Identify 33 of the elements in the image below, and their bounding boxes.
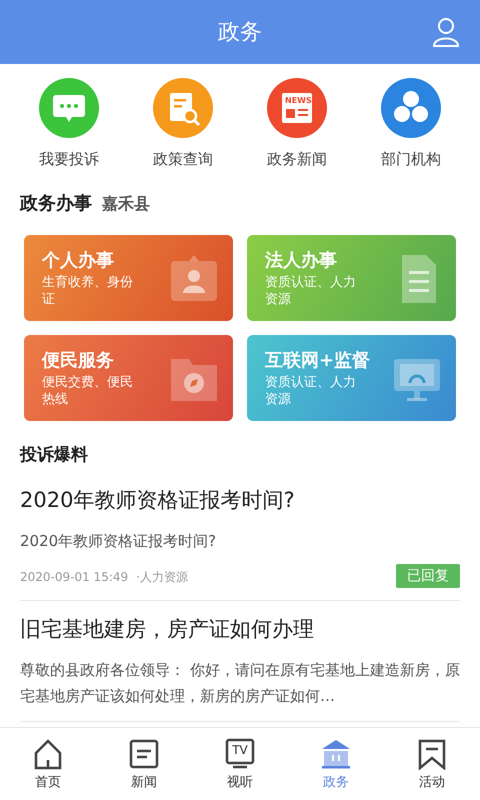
status-badge: 已回复 (396, 564, 460, 588)
user-icon[interactable] (432, 16, 460, 47)
tv-icon (224, 738, 256, 770)
chat-icon (39, 78, 99, 138)
complaint-summary: 2020年教师资格证报考时间? (20, 531, 218, 552)
region-label[interactable]: 嘉禾县 (102, 194, 150, 215)
nav-tab[interactable]: 新闻 (109, 738, 179, 790)
timestamp: 2020-09-01 15:49 (20, 570, 128, 584)
nav-tab[interactable]: 政务 (301, 738, 371, 790)
nav-tab[interactable]: 首页 (13, 738, 83, 790)
icon-label: NEWS (285, 96, 312, 106)
page-title: 政务 (218, 19, 262, 47)
search-icon (153, 78, 213, 138)
nav-tab[interactable]: 活动 (397, 738, 467, 790)
id-card-icon (169, 253, 219, 303)
complaint-title[interactable]: 2020年教师资格证报考时间? (20, 486, 460, 514)
bookmark-icon (416, 738, 448, 770)
section-title: 投诉爆料 (20, 444, 89, 466)
quick-link[interactable]: 政策查询 (133, 78, 233, 169)
complaint-summary: 尊敬的县政府各位领导： 你好，请问在原有宅基地上建造新房，原宅基地房产证该如何处理，新房的房产证如何… (20, 660, 460, 707)
home-icon (32, 738, 64, 770)
circles-icon (381, 78, 441, 138)
newspaper-icon (128, 738, 160, 770)
building-icon (320, 738, 352, 770)
section-title: 政务办事 (20, 192, 92, 215)
quick-link[interactable]: 部门机构 (361, 78, 461, 169)
quick-link[interactable]: 我要投诉 (19, 78, 119, 169)
quick-link[interactable]: NEWS 政务新闻 (247, 78, 347, 169)
nav-tab[interactable]: TV 视听 (205, 738, 275, 790)
complaint-title[interactable]: 旧宅基地建房，房产证如何办理 (20, 615, 460, 643)
newspaper-icon (267, 78, 327, 138)
category-label: ·人力资源 (136, 570, 188, 584)
icon-label: TV (231, 742, 249, 756)
